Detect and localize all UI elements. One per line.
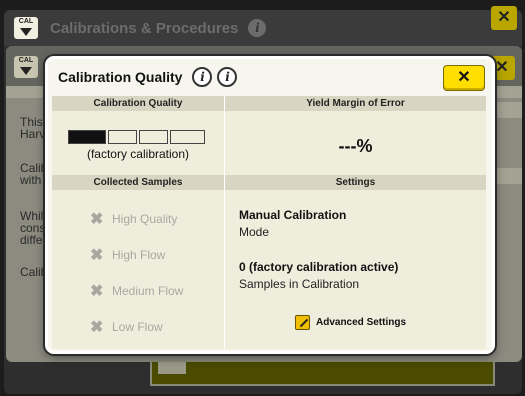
dialog-header: Calibration Quality i i [48,59,492,95]
background-text: Harv [20,127,46,141]
column-divider [224,96,225,349]
sample-item: ✖ Medium Flow [90,283,184,300]
sample-label: High Flow [112,248,166,262]
calibration-quality-label: (factory calibration) [86,147,190,161]
sample-item: ✖ High Quality [90,211,178,228]
sample-label: Medium Flow [112,284,184,298]
info-icon[interactable]: i [217,67,238,87]
background-close-button[interactable]: ✕ [491,6,517,30]
info-icon[interactable]: i [248,19,267,37]
calibration-quality-header: Calibration Quality [52,96,224,111]
pencil-icon [295,315,310,330]
calibration-icon-text: CAL [18,57,34,64]
x-icon: ✖ [90,319,104,336]
close-button[interactable]: ✕ [443,65,485,91]
background-window-title: Calibrations & Procedures [50,19,239,37]
yield-margin-value: ---% [338,136,373,156]
mode-label: Mode [239,225,270,239]
background-bottom-bar [150,360,495,386]
samples-in-calibration-value: 0 (factory calibration active) [239,260,399,274]
calibration-icon: CAL [14,17,38,39]
background-text: differ [20,233,47,247]
calibration-icon-text: CAL [18,18,34,25]
calibration-icon: CAL [14,56,38,78]
sample-label: High Quality [112,212,178,226]
background-text: Calib [20,265,48,279]
samples-in-calibration-label: Samples in Calibration [239,277,360,291]
yield-margin-header: Yield Margin of Error [225,96,486,111]
advanced-settings-button[interactable]: Advanced Settings [295,315,406,330]
advanced-settings-label: Advanced Settings [316,317,407,328]
settings-header: Settings [225,175,486,190]
meter-segment [108,130,137,144]
dialog-content: Calibration Quality Yield Margin of Erro… [52,96,486,349]
sample-item: ✖ Low Flow [90,319,163,336]
sample-label: Low Flow [112,320,163,334]
x-icon: ✖ [90,283,104,300]
meter-segment [68,130,106,144]
info-icon[interactable]: i [192,67,213,87]
background-bottom-handle [158,362,186,374]
calibration-quality-meter [68,130,205,144]
collected-samples-header: Collected Samples [52,175,224,190]
x-icon: ✖ [90,247,104,264]
meter-segment [170,130,205,144]
meter-segment [139,130,168,144]
x-icon: ✖ [90,211,104,228]
calibration-quality-dialog: Calibration Quality i i ✕ Calibration Qu… [45,56,495,354]
dialog-title: Calibration Quality [58,69,183,85]
background-header: CAL Calibrations & Procedures i [4,10,522,46]
sample-item: ✖ High Flow [90,247,166,264]
mode-value: Manual Calibration [239,208,347,222]
